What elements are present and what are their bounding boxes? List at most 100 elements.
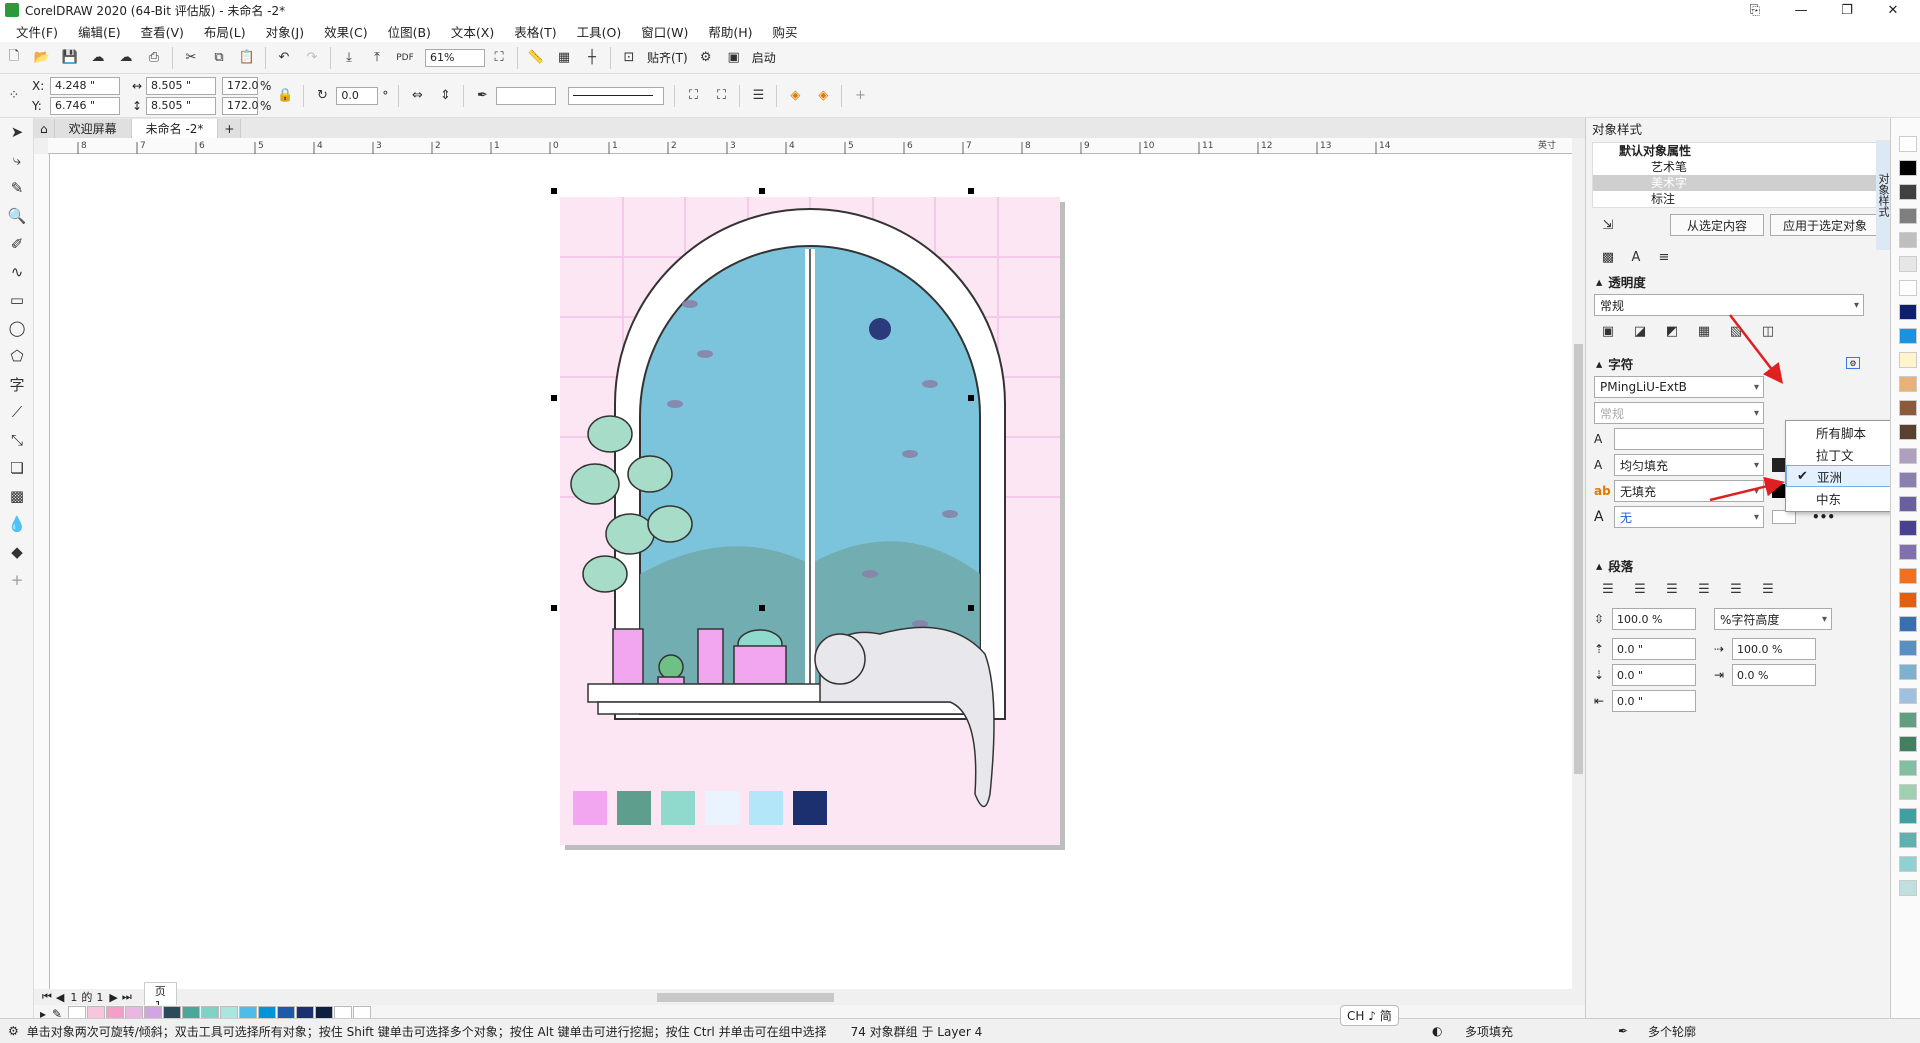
paste-icon[interactable]: 📋 (236, 47, 258, 69)
palette-swatch[interactable] (1899, 856, 1917, 872)
rectangle-tool-icon[interactable]: ▭ (0, 286, 34, 314)
palette-swatch[interactable] (1899, 424, 1917, 440)
full-screen-icon[interactable]: ⛶ (488, 47, 510, 69)
new-document-icon[interactable]: 🗋 (3, 47, 25, 69)
menu-object[interactable]: 对象(J) (256, 22, 314, 41)
tab-welcome-screen[interactable]: 欢迎屏幕 (54, 119, 132, 138)
redo-icon[interactable]: ↷ (301, 47, 323, 69)
style-link-icon[interactable]: ⇲ (1597, 214, 1619, 236)
mirror-vertical-icon[interactable]: ⇕ (434, 85, 456, 107)
align-right-icon[interactable]: ☰ (1693, 578, 1715, 600)
zoom-level-select[interactable]: 61% (425, 48, 485, 67)
crop-tool-icon[interactable]: ✎ (0, 174, 34, 202)
application-launcher-icon[interactable]: ▣ (723, 47, 745, 69)
to-back-icon[interactable]: ◈ (812, 85, 834, 107)
palette-swatch[interactable] (1899, 304, 1917, 320)
lock-ratio-icon[interactable]: 🔒 (274, 85, 296, 107)
y-position-field[interactable]: 6.746 " (50, 96, 120, 115)
text-wrap-icon[interactable]: ☰ (747, 85, 769, 107)
text-outline-more-icon[interactable]: ••• (1812, 510, 1835, 524)
line-spacing-unit-select[interactable]: %字符高度 (1714, 608, 1832, 630)
no-transparency-icon[interactable]: ▣ (1597, 320, 1619, 342)
tab-untitled-2[interactable]: 未命名 -2* (131, 119, 219, 138)
palette-swatch[interactable] (1899, 664, 1917, 680)
interactive-fill-icon[interactable]: ◆ (0, 538, 34, 566)
palette-swatch[interactable] (1899, 808, 1917, 824)
palette-swatch[interactable] (1899, 784, 1917, 800)
outline-width-select[interactable] (496, 86, 557, 105)
menu-file[interactable]: 文件(F) (6, 22, 68, 41)
prev-page-icon[interactable]: ◀ (56, 991, 64, 1004)
artistic-media-icon[interactable]: ∿ (0, 258, 34, 286)
text-outline-color-swatch[interactable] (1772, 510, 1796, 524)
last-page-icon[interactable]: ⏭ (122, 990, 132, 1004)
restore-layout-icon[interactable]: ⎘ (1732, 0, 1778, 20)
ungroup-all-icon[interactable]: ⛶ (710, 85, 732, 107)
palette-swatch[interactable] (1899, 592, 1917, 608)
palette-swatch[interactable] (1899, 688, 1917, 704)
first-page-icon[interactable]: ⏮ (42, 990, 52, 1004)
palette-swatch[interactable] (1899, 712, 1917, 728)
tree-item-artistic-media[interactable]: 艺术笔 (1593, 159, 1883, 175)
height-field[interactable]: 8.505 " (146, 96, 216, 115)
apply-to-selected-button[interactable]: 应用于选定对象 (1770, 214, 1880, 236)
object-styles-vertical-tab[interactable]: 对象样式 (1876, 140, 1890, 250)
minimize-button[interactable]: — (1778, 0, 1824, 20)
palette-swatch[interactable] (1899, 160, 1917, 176)
line-style-select[interactable] (568, 86, 665, 105)
maximize-button[interactable]: ❐ (1824, 0, 1870, 20)
palette-swatch[interactable] (1899, 208, 1917, 224)
x-position-field[interactable]: 4.248 " (50, 76, 120, 95)
menu-window[interactable]: 窗口(W) (631, 22, 698, 41)
palette-swatch[interactable] (1899, 568, 1917, 584)
menu-help[interactable]: 帮助(H) (698, 22, 762, 41)
rulers-icon[interactable]: 📏 (525, 47, 547, 69)
menu-edit[interactable]: 编辑(E) (68, 22, 131, 41)
palette-swatch[interactable] (1899, 232, 1917, 248)
next-page-icon[interactable]: ▶ (109, 991, 117, 1004)
palette-swatch[interactable] (1899, 736, 1917, 752)
palette-swatch[interactable] (1899, 352, 1917, 368)
options-gear-icon[interactable]: ⚙ (695, 47, 717, 69)
drawing-canvas[interactable] (50, 154, 1572, 989)
palette-swatch[interactable] (1899, 544, 1917, 560)
menu-text[interactable]: 文本(X) (441, 22, 504, 41)
scale-x-field[interactable]: 172.0 (222, 76, 259, 95)
freehand-tool-icon[interactable]: ✐ (0, 230, 34, 258)
palette-swatch[interactable] (1899, 256, 1917, 272)
new-tab-icon[interactable]: + (218, 119, 242, 138)
palette-swatch[interactable] (1899, 760, 1917, 776)
align-left-icon[interactable]: ☰ (1629, 578, 1651, 600)
pick-tool-icon[interactable]: ➤ (0, 118, 34, 146)
palette-swatch[interactable] (1899, 280, 1917, 296)
palette-swatch[interactable] (1899, 448, 1917, 464)
snap-icon[interactable]: ⊡ (618, 47, 640, 69)
outline-pen-icon[interactable]: ✒ (471, 85, 493, 107)
force-justify-icon[interactable]: ☰ (1757, 578, 1779, 600)
space-before-field[interactable]: 0.0 " (1612, 638, 1696, 660)
status-gear-icon[interactable]: ⚙ (8, 1024, 19, 1038)
text-tool-icon[interactable]: 字 (0, 370, 34, 398)
print-icon[interactable]: ⎙ (143, 47, 165, 69)
to-front-icon[interactable]: ◈ (784, 85, 806, 107)
add-tool-icon[interactable]: + (0, 566, 34, 594)
save-icon[interactable]: 💾 (59, 47, 81, 69)
tree-root[interactable]: 默认对象属性 (1593, 143, 1883, 159)
menu-effects[interactable]: 效果(C) (314, 22, 377, 41)
script-options-icon[interactable]: ⚙ (1846, 357, 1860, 369)
shape-tool-icon[interactable]: ⤷ (0, 146, 34, 174)
mirror-horizontal-icon[interactable]: ⇔ (406, 85, 428, 107)
vertical-scrollbar[interactable] (1572, 154, 1585, 989)
horizontal-scrollbar[interactable] (656, 992, 834, 1002)
snap-to-dropdown[interactable]: 贴齐(T) (647, 49, 688, 66)
no-alignment-icon[interactable]: ☰ (1597, 578, 1619, 600)
add-icon[interactable]: + (849, 85, 871, 107)
word-spacing-field[interactable]: 0.0 % (1732, 664, 1816, 686)
space-after-field[interactable]: 0.0 " (1612, 664, 1696, 686)
cut-icon[interactable]: ✂ (180, 47, 202, 69)
palette-swatch[interactable] (1899, 496, 1917, 512)
line-spacing-field[interactable]: 100.0 % (1612, 608, 1696, 630)
menu-view[interactable]: 查看(V) (131, 22, 194, 41)
import-icon[interactable]: ⤓ (338, 47, 360, 69)
open-folder-icon[interactable]: 📂 (31, 47, 53, 69)
